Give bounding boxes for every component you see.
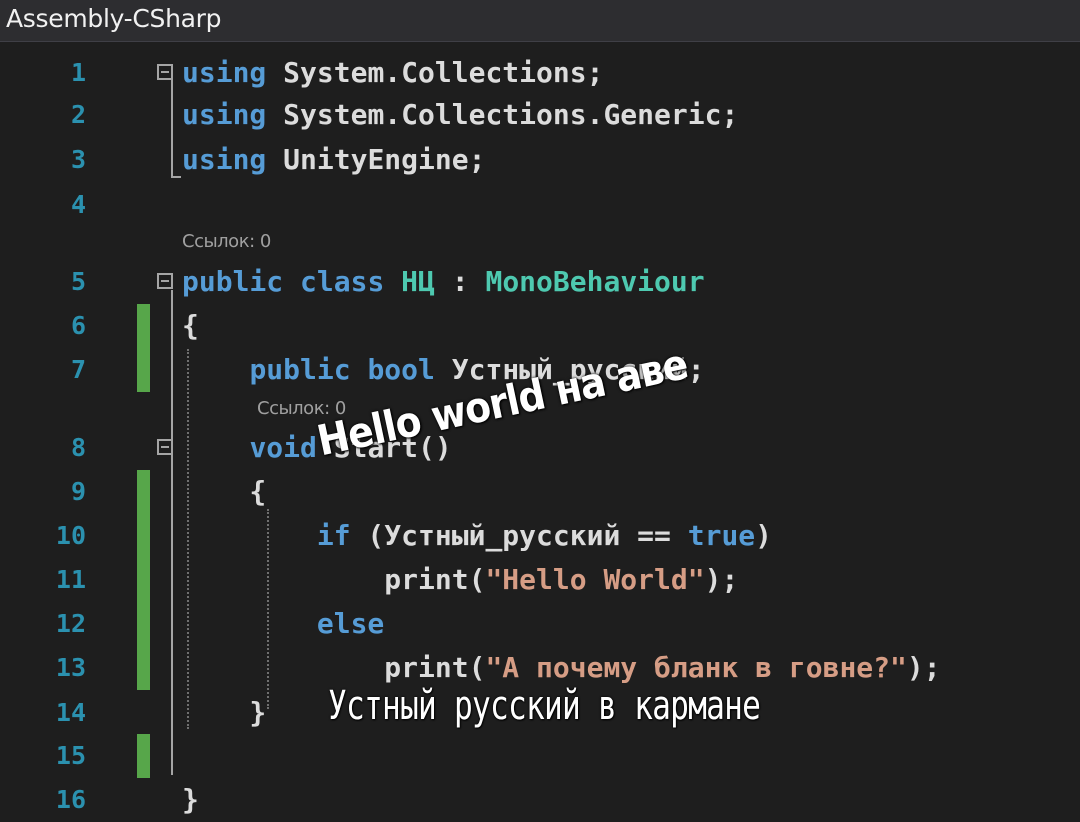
change-marker bbox=[137, 514, 150, 558]
line-number: 3 bbox=[70, 145, 86, 174]
line-number: 11 bbox=[55, 565, 86, 594]
code-token: НЦ bbox=[401, 265, 435, 298]
code-line[interactable]: 15 bbox=[0, 734, 1080, 778]
change-marker bbox=[137, 348, 150, 392]
code-line[interactable]: 9 { bbox=[0, 470, 1080, 514]
code-token: public bbox=[249, 353, 351, 386]
change-marker bbox=[137, 602, 150, 646]
code-token: true bbox=[687, 519, 756, 552]
code-token: if bbox=[316, 519, 351, 552]
codelens-references-class[interactable]: Ссылок: 0 bbox=[182, 231, 271, 252]
code-line[interactable]: 11 print("Hello World"); bbox=[0, 558, 1080, 602]
code-line[interactable]: 3 using UnityEngine; bbox=[0, 138, 1080, 182]
code-token: print( bbox=[182, 563, 486, 596]
code-token: "А почему бланк в говне?" bbox=[485, 651, 907, 684]
code-token: : bbox=[434, 265, 486, 298]
line-number: 1 bbox=[70, 58, 86, 87]
caption-bottom: Устный русский в кармане bbox=[328, 683, 761, 729]
code-text: } bbox=[182, 691, 266, 735]
code-line[interactable]: 12 else bbox=[0, 602, 1080, 646]
line-number: 16 bbox=[55, 785, 86, 814]
code-token: MonoBehaviour bbox=[485, 265, 705, 298]
code-line[interactable]: 6{ bbox=[0, 304, 1080, 348]
change-marker bbox=[137, 470, 150, 514]
line-number: 2 bbox=[70, 100, 86, 129]
code-token: } bbox=[182, 696, 267, 729]
code-token: System.Collections.Generic; bbox=[266, 98, 739, 131]
code-token: } bbox=[182, 783, 199, 816]
line-number: 13 bbox=[55, 653, 86, 682]
code-token: void bbox=[249, 431, 317, 464]
code-line[interactable]: 5 public class НЦ : MonoBehaviour bbox=[0, 260, 1080, 304]
code-line[interactable]: 1 using System.Collections; bbox=[0, 51, 1080, 95]
line-number: 4 bbox=[70, 190, 86, 219]
code-token: using bbox=[182, 143, 267, 176]
title-bar: Assembly-CSharp bbox=[0, 0, 1080, 42]
line-number: 7 bbox=[70, 355, 86, 384]
code-token: using bbox=[182, 56, 267, 89]
code-token: ); bbox=[906, 651, 941, 684]
code-text: else bbox=[182, 602, 384, 646]
change-marker bbox=[137, 304, 150, 348]
code-text: if (Устный_русский == true) bbox=[182, 514, 772, 558]
code-token: { bbox=[182, 309, 199, 342]
code-token: class bbox=[300, 265, 385, 298]
code-text: { bbox=[182, 470, 266, 514]
line-number: 9 bbox=[70, 477, 86, 506]
code-line[interactable]: 4 bbox=[0, 183, 1080, 227]
code-line[interactable]: 10 if (Устный_русский == true) bbox=[0, 514, 1080, 558]
line-number: 10 bbox=[55, 521, 86, 550]
code-line[interactable]: 2 using System.Collections.Generic; bbox=[0, 93, 1080, 137]
code-text: { bbox=[182, 304, 199, 348]
code-token: else bbox=[316, 607, 385, 640]
change-marker bbox=[137, 734, 150, 778]
code-token: (Устный_русский == bbox=[350, 519, 688, 552]
code-text: using System.Collections; bbox=[182, 51, 603, 95]
code-text: } bbox=[182, 778, 199, 822]
code-token: public bbox=[182, 265, 284, 298]
code-token: using bbox=[182, 98, 267, 131]
code-line[interactable]: 8 void Start() bbox=[0, 426, 1080, 470]
code-token: "Hello World" bbox=[485, 563, 705, 596]
code-text: using UnityEngine; bbox=[182, 138, 485, 182]
line-number: 14 bbox=[55, 698, 86, 727]
code-token: print( bbox=[182, 651, 486, 684]
code-token: System.Collections; bbox=[266, 56, 604, 89]
line-number: 5 bbox=[70, 267, 86, 296]
code-text: using System.Collections.Generic; bbox=[182, 93, 738, 137]
code-token: ); bbox=[704, 563, 739, 596]
code-token: ) bbox=[755, 519, 773, 552]
change-marker bbox=[137, 646, 150, 690]
code-token: UnityEngine; bbox=[266, 143, 486, 176]
change-marker bbox=[137, 558, 150, 602]
line-number: 8 bbox=[70, 433, 86, 462]
line-number: 12 bbox=[55, 609, 86, 638]
code-text: public class НЦ : MonoBehaviour bbox=[182, 260, 705, 304]
code-text: print("Hello World"); bbox=[182, 558, 738, 602]
code-line[interactable]: 16} bbox=[0, 778, 1080, 822]
code-token: bool bbox=[367, 353, 435, 386]
code-token: { bbox=[182, 475, 267, 508]
window-title: Assembly-CSharp bbox=[6, 4, 222, 33]
line-number: 6 bbox=[70, 311, 86, 340]
line-number: 15 bbox=[55, 741, 86, 770]
